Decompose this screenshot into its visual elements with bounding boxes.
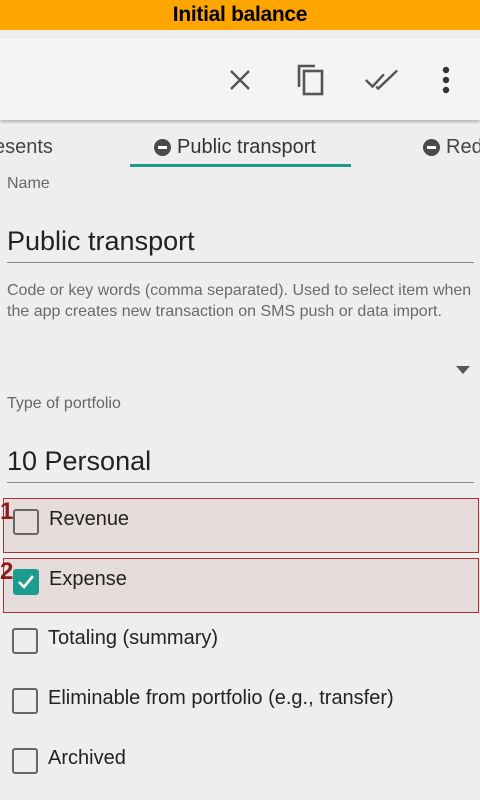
annotation-marker: 1	[0, 498, 14, 525]
name-field[interactable]: Public transport	[7, 226, 195, 257]
active-tab-indicator	[130, 164, 351, 167]
checkbox-unchecked[interactable]	[13, 509, 39, 535]
keywords-hint: Code or key words (comma separated). Use…	[7, 282, 472, 320]
name-label: Name	[7, 175, 50, 192]
checkbox-expense[interactable]: Expense	[3, 558, 479, 613]
more-vert-icon[interactable]	[428, 62, 464, 98]
checkbox-totaling[interactable]: Totaling (summary)	[3, 618, 479, 673]
close-icon[interactable]	[222, 62, 258, 98]
checkbox-unchecked[interactable]	[12, 748, 38, 774]
checkbox-label: Revenue	[49, 508, 130, 530]
portfolio-underline	[7, 482, 474, 483]
tab-presents[interactable]: esents	[0, 124, 53, 170]
done-all-icon[interactable]	[364, 62, 400, 98]
checkbox-checked[interactable]	[13, 569, 39, 595]
checkbox-label: Totaling (summary)	[48, 627, 219, 649]
tab-label: Red	[446, 136, 480, 158]
minus-circle-icon	[423, 138, 440, 156]
checkbox-label: Expense	[49, 568, 127, 590]
checkbox-archived[interactable]: Archived	[3, 738, 479, 793]
annotation-marker: 2	[0, 558, 14, 585]
checkbox-label: Archived	[48, 747, 126, 769]
copy-icon[interactable]	[293, 62, 329, 98]
chevron-down-icon[interactable]	[456, 366, 470, 374]
tab-label: esents	[0, 136, 53, 158]
toolbar	[0, 38, 480, 120]
window-title-banner: Initial balance	[0, 0, 480, 30]
minus-circle-icon	[154, 138, 171, 156]
portfolio-label: Type of portfolio	[7, 395, 121, 412]
checkbox-eliminable[interactable]: Eliminable from portfolio (e.g., transfe…	[3, 678, 479, 733]
portfolio-select[interactable]: 10 Personal	[7, 446, 151, 477]
name-field-underline	[7, 262, 474, 263]
checkbox-unchecked[interactable]	[12, 628, 38, 654]
checkbox-unchecked[interactable]	[12, 688, 38, 714]
checkbox-label: Eliminable from portfolio (e.g., transfe…	[48, 687, 394, 709]
checkbox-revenue[interactable]: Revenue	[3, 498, 479, 553]
tab-red[interactable]: Red	[423, 124, 480, 170]
